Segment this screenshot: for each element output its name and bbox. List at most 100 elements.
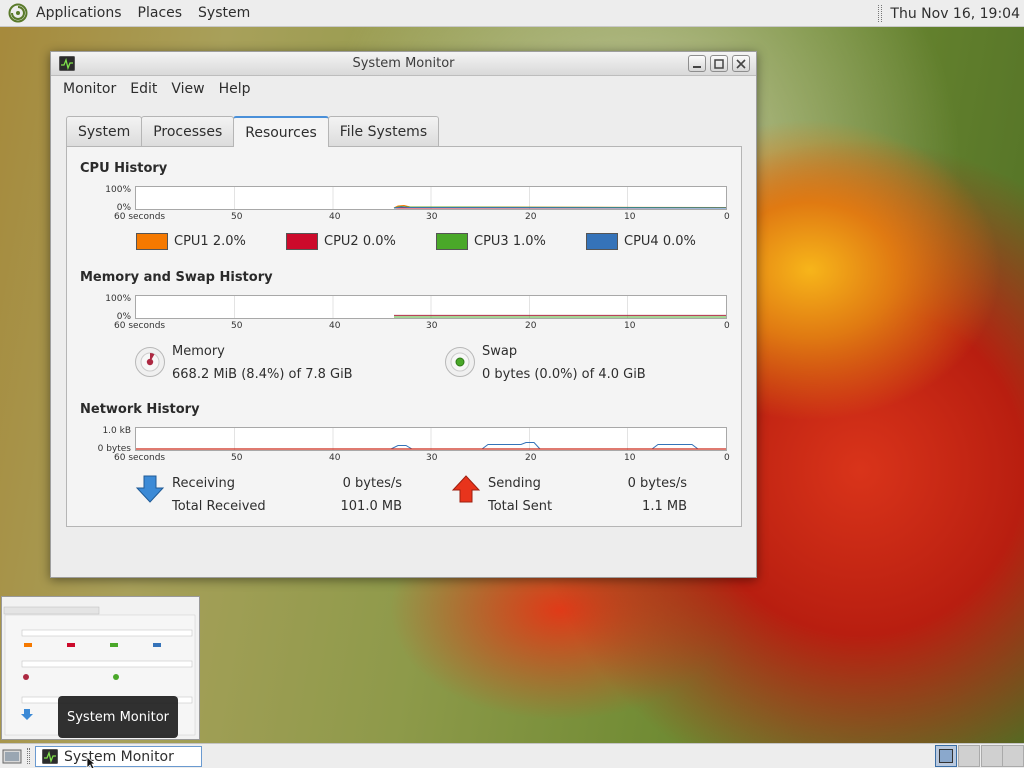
- total-received-label: Total Received: [172, 499, 266, 514]
- cpu-graph-svg: [234, 187, 727, 209]
- mem-x-tick: 10: [624, 321, 636, 331]
- clock[interactable]: Thu Nov 16, 19:04: [890, 6, 1024, 22]
- tab-file-systems[interactable]: File Systems: [327, 116, 440, 146]
- net-y-top-label: 1.0 kB: [102, 426, 131, 436]
- mem-x-tick: 50: [231, 321, 243, 331]
- bottom-panel: System Monitor: [0, 743, 1024, 768]
- cpu-x-tick: 40: [329, 212, 341, 222]
- panel-separator: [878, 5, 883, 22]
- tab-resources[interactable]: Resources: [233, 116, 329, 147]
- receiving-info: Receiving 0 bytes/s Total Received 101.0 M…: [172, 472, 402, 518]
- workspace-1[interactable]: [935, 745, 957, 767]
- workspace-4[interactable]: [1002, 745, 1024, 767]
- tab-bar: System Processes Resources File Systems: [66, 116, 440, 147]
- top-panel: Applications Places System Thu Nov 16, 1…: [0, 0, 1024, 27]
- window-title: System Monitor: [352, 56, 455, 71]
- menu-edit[interactable]: Edit: [123, 81, 164, 97]
- mem-x-tick: 40: [329, 321, 341, 331]
- net-x-tick: 20: [525, 453, 537, 463]
- cpu3-color-swatch[interactable]: [436, 233, 468, 250]
- menubar: Monitor Edit View Help: [51, 76, 756, 102]
- cpu1-color-swatch[interactable]: [136, 233, 168, 250]
- net-x-tick: 30: [426, 453, 438, 463]
- net-x-tick: 50: [231, 453, 243, 463]
- system-monitor-task-icon: [42, 748, 58, 765]
- mouse-cursor-icon: [86, 756, 97, 768]
- cpu4-label: CPU4: [624, 234, 659, 249]
- network-history-title: Network History: [80, 402, 200, 417]
- total-sent-label: Total Sent: [488, 499, 553, 514]
- mem-x-tick: 0: [724, 321, 730, 331]
- cpu-x-tick: 20: [525, 212, 537, 222]
- resources-panel: CPU History 100% 0% 60 seconds 50 40 30 …: [66, 146, 742, 527]
- show-desktop-icon[interactable]: [2, 747, 22, 768]
- net-x-tick: 10: [624, 453, 636, 463]
- system-monitor-app-icon[interactable]: [59, 56, 75, 72]
- workspace-2[interactable]: [958, 745, 980, 767]
- menu-monitor[interactable]: Monitor: [56, 81, 123, 97]
- window-tooltip: System Monitor: [58, 696, 178, 738]
- total-received-value: 101.0 MB: [340, 499, 402, 514]
- mem-x-tick: 60 seconds: [114, 321, 166, 331]
- cpu-x-tick: 50: [231, 212, 243, 222]
- receiving-value: 0 bytes/s: [342, 476, 402, 491]
- cpu-x-tick: 60 seconds: [114, 212, 166, 222]
- cpu-x-tick: 0: [724, 212, 730, 222]
- tab-processes[interactable]: Processes: [141, 116, 235, 146]
- cpu-x-tick: 10: [624, 212, 636, 222]
- cpu2-value: 0.0%: [362, 234, 396, 249]
- swap-info: Swap 0 bytes (0.0%) of 4.0 GiB: [482, 340, 646, 386]
- cpu2-color-swatch[interactable]: [286, 233, 318, 250]
- memory-history-graph: [135, 295, 727, 319]
- cpu-history-graph: [135, 186, 727, 210]
- sending-label: Sending: [488, 476, 541, 491]
- mem-y-top-label: 100%: [105, 294, 131, 304]
- minimize-button[interactable]: [688, 55, 706, 72]
- maximize-button[interactable]: [710, 55, 728, 72]
- system-menu[interactable]: System: [190, 0, 258, 27]
- net-x-tick: 40: [329, 453, 341, 463]
- sending-value: 0 bytes/s: [627, 476, 687, 491]
- distro-logo-icon[interactable]: [8, 3, 28, 23]
- network-graph-svg: [136, 428, 726, 450]
- cpu3-label: CPU3: [474, 234, 509, 249]
- cpu4-color-swatch[interactable]: [586, 233, 618, 250]
- swap-value: 0 bytes (0.0%) of 4.0 GiB: [482, 367, 646, 382]
- workspace-3[interactable]: [981, 745, 1003, 767]
- panel-handle[interactable]: [27, 748, 30, 764]
- taskbar-system-monitor-button[interactable]: System Monitor: [35, 746, 202, 767]
- cpu2-legend: CPU2 0.0%: [286, 233, 396, 250]
- mem-x-tick: 20: [525, 321, 537, 331]
- taskbar-button-label: System Monitor: [64, 748, 174, 765]
- net-x-tick: 60 seconds: [114, 453, 166, 463]
- cpu-y-top-label: 100%: [105, 185, 131, 195]
- swap-pie-icon[interactable]: [445, 347, 475, 377]
- cpu-x-tick: 30: [426, 212, 438, 222]
- cpu4-legend: CPU4 0.0%: [586, 233, 696, 250]
- memory-info: Memory 668.2 MiB (8.4%) of 7.8 GiB: [172, 340, 353, 386]
- places-menu[interactable]: Places: [130, 0, 191, 27]
- memory-graph-svg: [234, 296, 726, 318]
- net-x-tick: 0: [724, 453, 730, 463]
- cpu2-label: CPU2: [324, 234, 359, 249]
- cpu3-legend: CPU3 1.0%: [436, 233, 546, 250]
- cpu1-legend: CPU1 2.0%: [136, 233, 246, 250]
- network-history-graph: [135, 427, 727, 451]
- menu-view[interactable]: View: [164, 81, 211, 97]
- menu-help[interactable]: Help: [212, 81, 258, 97]
- memory-pie-icon[interactable]: [135, 347, 165, 377]
- receiving-label: Receiving: [172, 476, 236, 491]
- receiving-arrow-icon[interactable]: [135, 474, 165, 508]
- memory-value: 668.2 MiB (8.4%) of 7.8 GiB: [172, 367, 353, 382]
- tab-system[interactable]: System: [66, 116, 143, 146]
- cpu3-value: 1.0%: [512, 234, 546, 249]
- close-button[interactable]: [732, 55, 750, 72]
- window-titlebar[interactable]: System Monitor: [51, 52, 756, 76]
- mem-x-tick: 30: [426, 321, 438, 331]
- system-monitor-window: System Monitor Monitor Edit View Help Sy…: [50, 51, 757, 578]
- swap-label: Swap: [482, 344, 518, 359]
- sending-arrow-icon[interactable]: [451, 474, 481, 508]
- total-sent-value: 1.1 MB: [642, 499, 687, 514]
- applications-menu[interactable]: Applications: [28, 0, 130, 27]
- memory-label: Memory: [172, 344, 225, 359]
